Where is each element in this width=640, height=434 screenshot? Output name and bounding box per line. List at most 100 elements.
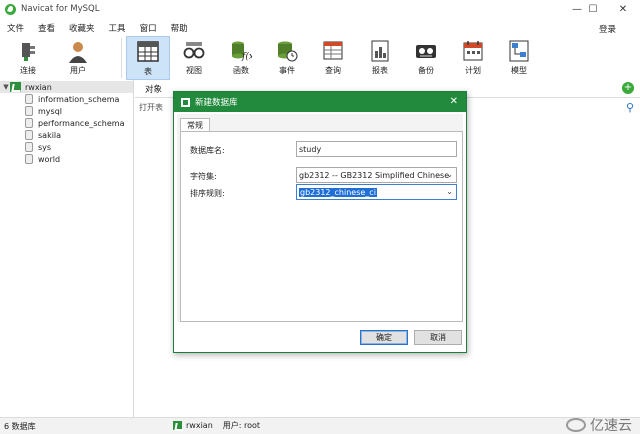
tree-db-sys[interactable]: sys <box>25 141 51 153</box>
collation-label: 排序规则: <box>190 189 225 198</box>
query-button[interactable]: 查询 <box>311 36 355 80</box>
connection-tree: ▼ rwxian information_schema mysql perfor… <box>0 80 134 417</box>
chevron-down-icon: ⌄ <box>446 170 453 179</box>
collation-value: gb2312_chinese_ci <box>299 187 377 197</box>
database-icon <box>25 118 33 128</box>
database-label: sys <box>38 142 52 152</box>
schedule-button[interactable]: 计划 <box>451 36 495 80</box>
report-button[interactable]: 报表 <box>358 36 402 80</box>
event-label: 事件 <box>279 66 295 75</box>
menu-tools[interactable]: 工具 <box>102 22 133 34</box>
tree-db-sakila[interactable]: sakila <box>25 129 61 141</box>
tree-db-information-schema[interactable]: information_schema <box>25 93 119 105</box>
dialog-title-bar: 新建数据库 ✕ <box>174 92 466 112</box>
database-label: sakila <box>38 130 62 140</box>
watermark-text: 亿速云 <box>590 418 632 434</box>
title-bar: Navicat for MySQL — ☐ ✕ <box>0 0 640 18</box>
add-tab-icon[interactable]: + <box>622 82 634 94</box>
database-label: information_schema <box>38 94 120 104</box>
navicat-logo-icon <box>5 3 16 15</box>
charset-label: 字符集: <box>190 172 217 181</box>
user-label: 用户 <box>70 66 86 75</box>
main-toolbar: 连接 用户 表 视图 f(x) 函数 事件 查询 <box>0 36 640 80</box>
close-window-button[interactable]: ✕ <box>608 0 638 18</box>
search-icon[interactable]: ⚲ <box>626 101 634 114</box>
function-label: 函数 <box>233 66 249 75</box>
menu-favorites[interactable]: 收藏夹 <box>62 22 102 34</box>
view-label: 视图 <box>186 66 202 75</box>
status-connection: rwxian 用户: root <box>173 420 260 431</box>
tree-connection-rwxian[interactable]: ▼ rwxian <box>0 81 133 93</box>
status-bar: 6 数据库 rwxian 用户: root 亿速云 <box>0 417 640 434</box>
database-label: world <box>38 154 61 164</box>
status-connection-name: rwxian <box>186 421 213 430</box>
query-label: 查询 <box>325 66 341 75</box>
ok-button[interactable]: 确定 <box>360 330 408 345</box>
query-icon <box>322 39 344 63</box>
database-new-icon <box>181 97 190 107</box>
tree-db-mysql[interactable]: mysql <box>25 105 62 117</box>
table-button[interactable]: 表 <box>126 36 170 80</box>
model-button[interactable]: 模型 <box>497 36 541 80</box>
database-label: performance_schema <box>38 118 125 128</box>
user-button[interactable]: 用户 <box>56 36 100 80</box>
cancel-button[interactable]: 取消 <box>414 330 462 345</box>
database-icon <box>25 130 33 140</box>
dialog-title: 新建数据库 <box>195 98 238 108</box>
glasses-icon <box>183 39 205 63</box>
user-icon <box>67 39 89 63</box>
open-table-button[interactable]: 打开表 <box>139 102 163 113</box>
dialog-body: 常规 数据库名: study 字符集: gb2312 -- GB2312 Sim… <box>177 114 463 322</box>
table-grid-icon <box>137 40 159 64</box>
event-button[interactable]: 事件 <box>265 36 309 80</box>
connection-icon <box>173 421 182 430</box>
database-label: mysql <box>38 106 62 116</box>
table-label: 表 <box>144 67 152 76</box>
calendar-icon <box>462 39 484 63</box>
event-clock-icon <box>276 39 298 63</box>
model-diagram-icon <box>508 39 530 63</box>
watermark-logo-icon <box>566 418 586 432</box>
menu-view[interactable]: 查看 <box>31 22 62 34</box>
maximize-button[interactable]: ☐ <box>578 0 608 18</box>
window-title: Navicat for MySQL <box>21 4 100 14</box>
charset-value: gb2312 -- GB2312 Simplified Chinese <box>299 170 450 180</box>
connection-icon <box>10 82 21 92</box>
charset-select[interactable]: gb2312 -- GB2312 Simplified Chinese ⌄ <box>296 167 457 183</box>
backup-button[interactable]: 备份 <box>404 36 448 80</box>
new-database-dialog: 新建数据库 ✕ 常规 数据库名: study 字符集: gb2312 -- GB… <box>173 91 467 353</box>
plug-icon <box>17 39 39 63</box>
login-link[interactable]: 登录 <box>599 23 616 35</box>
watermark: 亿速云 <box>566 415 632 434</box>
connect-button[interactable]: 连接 <box>6 36 50 80</box>
collation-select[interactable]: gb2312_chinese_ci ⌄ <box>296 184 457 200</box>
view-button[interactable]: 视图 <box>172 36 216 80</box>
schedule-label: 计划 <box>465 66 481 75</box>
menu-help[interactable]: 帮助 <box>164 22 195 34</box>
backup-tape-icon <box>415 39 437 63</box>
menu-file[interactable]: 文件 <box>0 22 31 34</box>
connect-label: 连接 <box>20 66 36 75</box>
backup-label: 备份 <box>418 66 434 75</box>
svg-text:f(x): f(x) <box>241 51 252 62</box>
menu-window[interactable]: 窗口 <box>133 22 164 34</box>
connection-label: rwxian <box>25 82 52 92</box>
function-fx-icon: f(x) <box>230 39 258 63</box>
general-tab-panel: 数据库名: study 字符集: gb2312 -- GB2312 Simpli… <box>180 131 463 322</box>
tab-general[interactable]: 常规 <box>180 118 210 132</box>
model-label: 模型 <box>511 66 527 75</box>
database-count: 6 数据库 <box>4 422 36 431</box>
chevron-down-icon: ⌄ <box>446 187 453 196</box>
report-label: 报表 <box>372 66 388 75</box>
tree-db-performance-schema[interactable]: performance_schema <box>25 117 125 129</box>
database-icon <box>25 106 33 116</box>
tab-objects[interactable]: 对象 <box>145 83 162 95</box>
database-name-value: study <box>299 144 322 154</box>
dialog-close-button[interactable]: ✕ <box>450 96 458 107</box>
database-name-input[interactable]: study <box>296 141 457 157</box>
tree-db-world[interactable]: world <box>25 153 60 165</box>
report-chart-icon <box>369 39 391 63</box>
database-name-label: 数据库名: <box>190 146 225 155</box>
function-button[interactable]: f(x) 函数 <box>219 36 263 80</box>
collapse-arrow-icon[interactable]: ▼ <box>2 83 10 91</box>
